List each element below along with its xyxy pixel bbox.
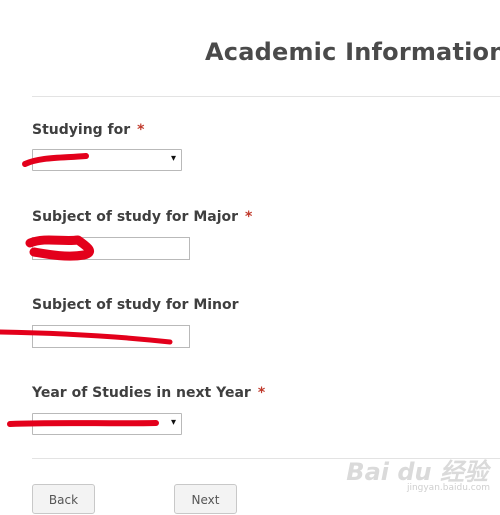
- required-asterisk: *: [245, 209, 253, 225]
- year-select[interactable]: ▾: [32, 413, 182, 435]
- year-label: Year of Studies in next Year *: [32, 385, 265, 401]
- studying-for-select[interactable]: ▾: [32, 149, 182, 171]
- major-label-text: Subject of study for Major: [32, 209, 239, 225]
- minor-label-text: Subject of study for Minor: [32, 297, 239, 313]
- required-asterisk: *: [257, 385, 266, 401]
- year-label-text: Year of Studies in next Year: [32, 385, 251, 401]
- studying-for-label-text: Studying for: [32, 122, 131, 138]
- minor-label: Subject of study for Minor: [32, 297, 239, 313]
- required-asterisk: *: [137, 122, 145, 138]
- chevron-down-icon: ▾: [170, 417, 176, 428]
- back-button[interactable]: Back: [32, 484, 95, 514]
- baidu-watermark-logo: Bai du 经验: [346, 458, 488, 486]
- major-label: Subject of study for Major *: [32, 209, 252, 225]
- chevron-down-icon: ▾: [170, 153, 176, 164]
- page-title: Academic Information: [205, 38, 500, 66]
- studying-for-label: Studying for *: [32, 122, 145, 138]
- title-divider: [32, 96, 500, 97]
- major-input[interactable]: [32, 237, 190, 260]
- minor-input[interactable]: [32, 325, 190, 348]
- next-button[interactable]: Next: [174, 484, 237, 514]
- baidu-watermark-url: jingyan.baidu.com: [406, 483, 490, 493]
